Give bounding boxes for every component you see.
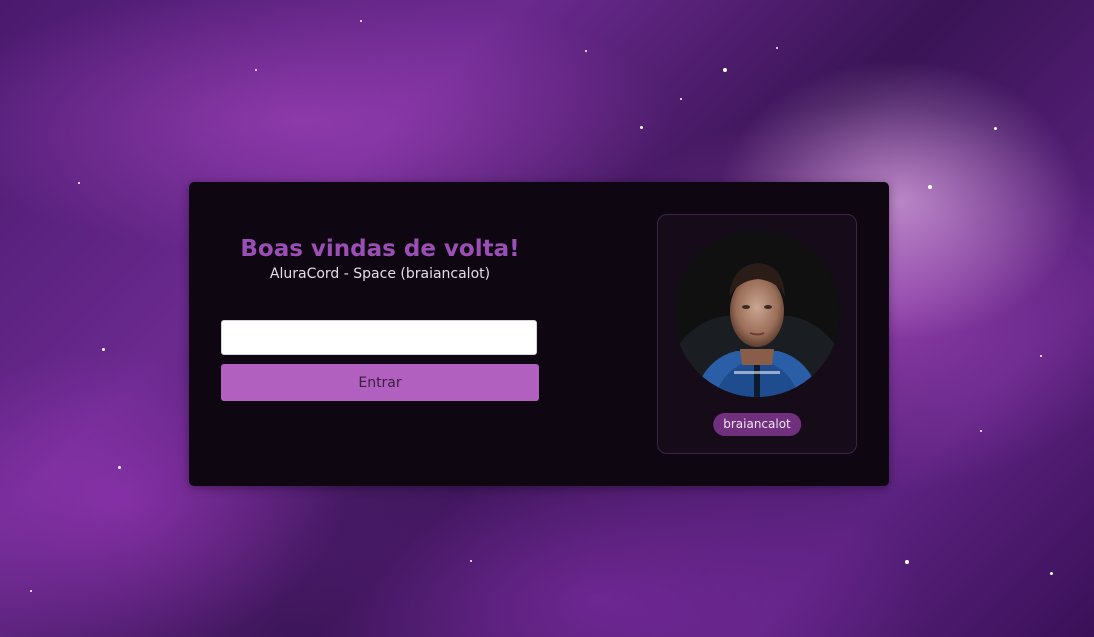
avatar-photo <box>674 231 840 397</box>
login-form: Boas vindas de volta! AluraCord - Space … <box>221 234 539 401</box>
enter-button[interactable]: Entrar <box>221 364 539 401</box>
app-subtitle: AluraCord - Space (braiancalot) <box>269 266 491 282</box>
avatar <box>674 231 840 397</box>
username-input[interactable] <box>221 320 537 355</box>
page-title: Boas vindas de volta! <box>240 236 520 262</box>
login-card: Boas vindas de volta! AluraCord - Space … <box>189 182 889 486</box>
profile-panel: braiancalot <box>657 214 857 454</box>
username-badge: braiancalot <box>713 413 801 436</box>
